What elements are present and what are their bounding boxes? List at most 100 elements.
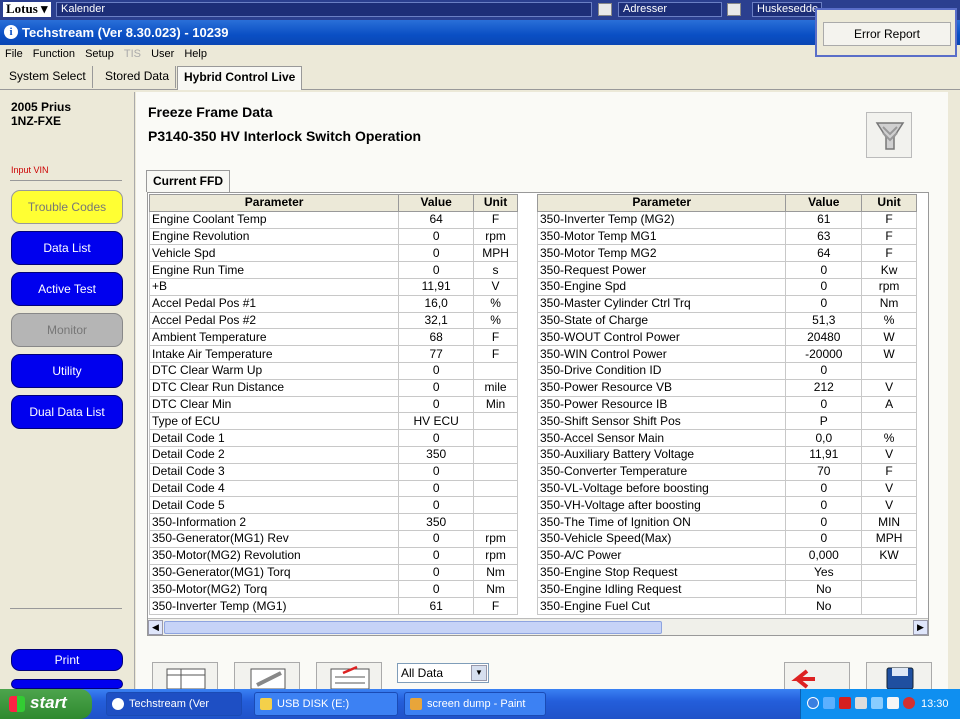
- table-row[interactable]: 350-A/C Power 0,000 KW: [536, 546, 917, 565]
- table-row[interactable]: 350-Request Power 0 Kw: [536, 261, 917, 279]
- input-vin-link[interactable]: Input VIN: [11, 165, 49, 175]
- table-row[interactable]: 350-State of Charge 51,3%: [536, 311, 917, 330]
- scrollbar-thumb[interactable]: [164, 621, 662, 634]
- table-row[interactable]: 350-Accel Sensor Main 0,0%: [536, 429, 917, 447]
- lotus-menu-button[interactable]: Lotus ▾: [3, 2, 51, 17]
- bluetooth-icon[interactable]: [871, 697, 883, 709]
- table-row[interactable]: 350-Master Cylinder Ctrl Trq 0 Nm: [536, 294, 917, 313]
- taskbar-item-techstream[interactable]: Techstream (Ver 8.30....: [106, 692, 242, 716]
- menu-user[interactable]: User: [151, 48, 174, 60]
- table-row[interactable]: Accel Pedal Pos #2 32,1%: [148, 311, 518, 330]
- table-row[interactable]: Detail Code 10: [148, 429, 518, 447]
- volume-icon[interactable]: [887, 697, 899, 709]
- error-report-button[interactable]: Error Report: [823, 22, 951, 46]
- col-parameter[interactable]: Parameter: [536, 194, 787, 212]
- sidebar-extra-button[interactable]: [11, 679, 123, 689]
- table-row[interactable]: 350-Inverter Temp (MG1) 61 F: [148, 597, 518, 615]
- table-row[interactable]: DTC Clear Run Distance 0 mile: [148, 378, 518, 397]
- table-row[interactable]: 350-Drive Condition ID 0: [536, 361, 917, 380]
- table-row[interactable]: Detail Code 50: [148, 496, 518, 515]
- table-row[interactable]: Detail Code 2 350: [148, 445, 518, 464]
- network-icon[interactable]: [823, 697, 835, 709]
- table-row[interactable]: 350-WOUT Control Power 20480 W: [536, 328, 917, 347]
- col-value[interactable]: Value: [398, 194, 475, 212]
- col-parameter[interactable]: Parameter: [148, 194, 400, 212]
- menu-setup[interactable]: Setup: [85, 48, 114, 60]
- table-row[interactable]: Engine Run Time 0 s: [148, 261, 518, 279]
- table-row[interactable]: 350-VH-Voltage after boosting 0 V: [536, 496, 917, 515]
- kalender-tab[interactable]: Kalender: [56, 2, 592, 17]
- table-row[interactable]: 350-Information 2 350: [148, 513, 518, 531]
- data-list-button[interactable]: Data List: [11, 231, 123, 265]
- horizontal-scrollbar[interactable]: ◀ ▶: [148, 618, 928, 635]
- tray-app-icon[interactable]: [855, 697, 867, 709]
- save-button[interactable]: [866, 662, 932, 690]
- table-row[interactable]: 350-Engine Spd 0 rpm: [536, 277, 917, 296]
- taskbar-item-usb-disk[interactable]: USB DISK (E:): [254, 692, 398, 716]
- table-row[interactable]: 350-Engine Fuel Cut No: [536, 597, 917, 615]
- view-select[interactable]: All Data ▼: [397, 663, 489, 683]
- table-row[interactable]: 350-Converter Temperature 70 F: [536, 462, 917, 481]
- table-row[interactable]: 350-VL-Voltage before boosting 0 V: [536, 479, 917, 498]
- taskbar-item-paint[interactable]: screen dump - Paint: [404, 692, 546, 716]
- table-row[interactable]: 350-Motor Temp MG2 64 F: [536, 244, 917, 263]
- table-row[interactable]: Intake Air Temperature 77 F: [148, 345, 518, 363]
- table-row[interactable]: 350-Power Resource IB 0 A: [536, 395, 917, 414]
- table-row[interactable]: 350-Motor Temp MG1 63 F: [536, 227, 917, 246]
- table-row[interactable]: Detail Code 30: [148, 462, 518, 481]
- table-compare-button[interactable]: [152, 662, 218, 690]
- adresser-tab[interactable]: Adresser: [618, 2, 722, 17]
- table-row[interactable]: Ambient Temperature 68 F: [148, 328, 518, 347]
- table-row[interactable]: 350-Power Resource VB 212 V: [536, 378, 917, 397]
- col-value[interactable]: Value: [785, 194, 863, 212]
- table-row[interactable]: 350-The Time of Ignition ON 0 MIN: [536, 513, 917, 531]
- table-row[interactable]: 350-Shift Sensor Shift Pos P: [536, 412, 917, 431]
- filter-button[interactable]: [866, 112, 912, 158]
- scroll-right-icon[interactable]: ▶: [913, 620, 928, 635]
- start-button[interactable]: start: [0, 689, 92, 719]
- table-row[interactable]: 350-Engine Stop Request Yes: [536, 563, 917, 582]
- active-test-button[interactable]: Active Test: [11, 272, 123, 306]
- tab-hybrid-control-live[interactable]: Hybrid Control Live: [177, 66, 303, 90]
- table-row[interactable]: 350-Auxiliary Battery Voltage 11,91 V: [536, 445, 917, 464]
- chevron-left-icon[interactable]: [807, 697, 819, 709]
- antivirus-icon[interactable]: [839, 697, 851, 709]
- address-book-icon[interactable]: [727, 3, 741, 16]
- chevron-down-icon[interactable]: ▼: [471, 665, 487, 681]
- dual-data-list-button[interactable]: Dual Data List: [11, 395, 123, 429]
- table-row[interactable]: 350-Inverter Temp (MG2) 61 F: [536, 210, 917, 229]
- table-row[interactable]: 350-Vehicle Speed(Max) 0 MPH: [536, 529, 917, 548]
- table-row[interactable]: 350-Generator(MG1) Torq 0 Nm: [148, 563, 518, 582]
- table-row[interactable]: Engine Revolution 0 rpm: [148, 227, 518, 246]
- menu-file[interactable]: File: [5, 48, 23, 60]
- table-row[interactable]: 350-Motor(MG2) Revolution 0 rpm: [148, 546, 518, 565]
- trouble-codes-button[interactable]: Trouble Codes: [11, 190, 123, 224]
- list-export-button[interactable]: [316, 662, 382, 690]
- scroll-left-icon[interactable]: ◀: [148, 620, 163, 635]
- print-button[interactable]: Print: [11, 649, 123, 671]
- col-unit[interactable]: Unit: [861, 194, 917, 212]
- menu-help[interactable]: Help: [184, 48, 207, 60]
- table-row[interactable]: 350-Engine Idling Request No: [536, 580, 917, 599]
- tab-current-ffd[interactable]: Current FFD: [146, 170, 230, 192]
- huskesedler-tab[interactable]: Huskesedde: [752, 2, 822, 17]
- table-row[interactable]: Detail Code 40: [148, 479, 518, 498]
- table-row[interactable]: Type of ECU HV ECU: [148, 412, 518, 431]
- table-row[interactable]: 350-WIN Control Power -20000 W: [536, 345, 917, 363]
- tab-stored-data[interactable]: Stored Data: [99, 66, 177, 88]
- table-row[interactable]: Engine Coolant Temp 64 F: [148, 210, 518, 229]
- back-button[interactable]: [784, 662, 850, 690]
- security-icon[interactable]: [903, 697, 915, 709]
- menu-function[interactable]: Function: [33, 48, 75, 60]
- tab-system-select[interactable]: System Select: [3, 66, 93, 88]
- table-row[interactable]: +B 11,91 V: [148, 277, 518, 296]
- col-unit[interactable]: Unit: [473, 194, 518, 212]
- edit-button[interactable]: [234, 662, 300, 690]
- table-row[interactable]: Accel Pedal Pos #1 16,0%: [148, 294, 518, 313]
- table-row[interactable]: 350-Generator(MG1) Rev 0 rpm: [148, 529, 518, 548]
- table-row[interactable]: DTC Clear Warm Up 0: [148, 361, 518, 380]
- utility-button[interactable]: Utility: [11, 354, 123, 388]
- table-row[interactable]: DTC Clear Min 0 Min: [148, 395, 518, 414]
- table-row[interactable]: 350-Motor(MG2) Torq 0 Nm: [148, 580, 518, 599]
- calendar-icon[interactable]: [598, 3, 612, 16]
